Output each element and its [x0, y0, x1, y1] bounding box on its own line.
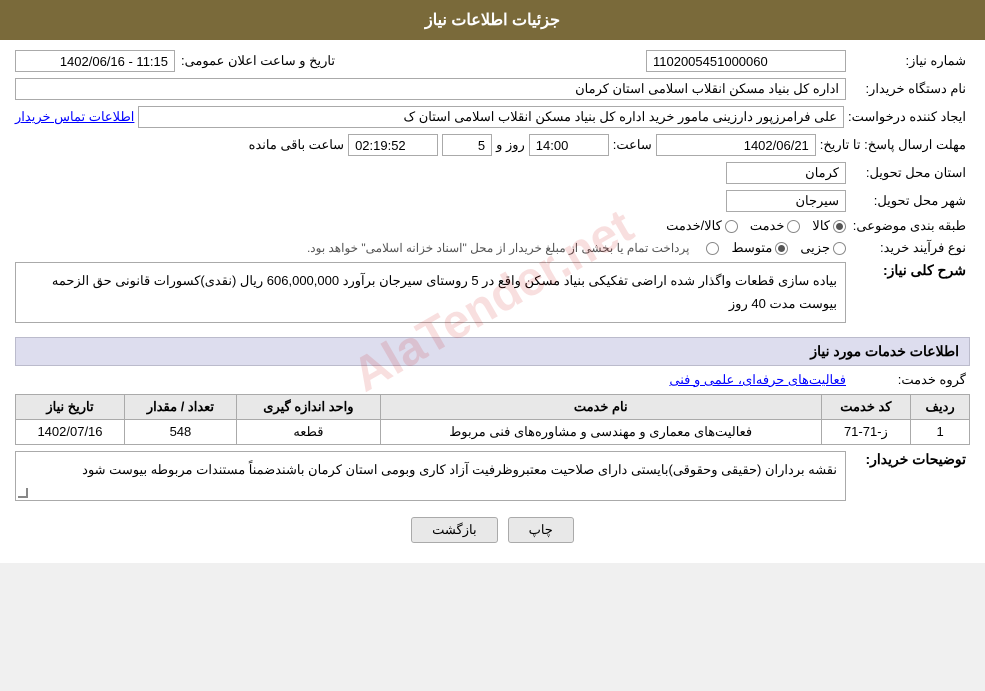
col-header-name: نام خدمت [380, 394, 821, 419]
row-creator: ایجاد کننده درخواست: علی فرامرزپور دارزی… [15, 106, 970, 128]
row-service-group: گروه خدمت: فعالیت‌های حرفه‌ای، علمی و فن… [15, 372, 970, 388]
services-table: ردیف کد خدمت نام خدمت واحد اندازه گیری ت… [15, 394, 970, 445]
row-buyer-org: نام دستگاه خریدار: اداره کل بنیاد مسکن ا… [15, 78, 970, 100]
process-radio-motavaset-label: متوسط [731, 240, 772, 256]
buyer-org-field: اداره کل بنیاد مسکن انقلاب اسلامی استان … [15, 78, 846, 100]
city-label: شهر محل تحویل: [850, 193, 970, 209]
page-header: جزئیات اطلاعات نیاز [0, 0, 985, 40]
row-province: استان محل تحویل: کرمان [15, 162, 970, 184]
col-header-qty: تعداد / مقدار [124, 394, 236, 419]
row-buyer-comments: توضیحات خریدار: نقشه برداران (حقیقی وحقو… [15, 451, 970, 507]
col-header-row: ردیف [911, 394, 970, 419]
creator-field: علی فرامرزپور دارزینی مامور خرید اداره ک… [138, 106, 844, 128]
cell-row: 1 [911, 419, 970, 444]
city-field: سیرجان [726, 190, 846, 212]
buttons-row: چاپ بازگشت [15, 517, 970, 543]
type-radio-kala-label: کالا [812, 218, 830, 234]
service-group-value[interactable]: فعالیت‌های حرفه‌ای، علمی و فنی [669, 372, 846, 388]
type-radio-kala-circle [833, 220, 846, 233]
print-button[interactable]: چاپ [508, 517, 574, 543]
resize-handle [18, 488, 28, 498]
table-row: 1ز-71-71فعالیت‌های معماری و مهندسی و مشا… [16, 419, 970, 444]
cell-unit: قطعه [236, 419, 380, 444]
type-radio-khedmat[interactable]: خدمت [750, 218, 801, 234]
announce-label: تاریخ و ساعت اعلان عمومی: [179, 53, 339, 69]
row-city: شهر محل تحویل: سیرجان [15, 190, 970, 212]
deadline-label: مهلت ارسال پاسخ: تا تاریخ: [820, 137, 970, 153]
process-radio-jozee-label: جزیی [800, 240, 830, 256]
deadline-days-label: روز و [496, 137, 525, 153]
col-header-code: کد خدمت [821, 394, 911, 419]
type-radio-kala-khedmat[interactable]: کالا/خدمت [666, 218, 738, 234]
process-radio-jozee-circle [833, 242, 846, 255]
need-number-label: شماره نیاز: [850, 53, 970, 69]
contact-link[interactable]: اطلاعات تماس خریدار [15, 109, 134, 125]
cell-qty: 548 [124, 419, 236, 444]
row-deadline: مهلت ارسال پاسخ: تا تاریخ: 1402/06/21 سا… [15, 134, 970, 156]
province-field: کرمان [726, 162, 846, 184]
deadline-time-field: 14:00 [529, 134, 609, 156]
process-radio-other[interactable] [703, 242, 719, 255]
row-type: طبقه بندی موضوعی: کالا خدمت کالا/خدمت [15, 218, 970, 234]
need-number-field: 1102005451000060 [646, 50, 846, 72]
page-title: جزئیات اطلاعات نیاز [425, 12, 560, 29]
type-radio-khedmat-circle [787, 220, 800, 233]
col-header-unit: واحد اندازه گیری [236, 394, 380, 419]
deadline-days-field: 5 [442, 134, 492, 156]
creator-label: ایجاد کننده درخواست: [848, 109, 970, 125]
type-radio-kala-khedmat-label: کالا/خدمت [666, 218, 722, 234]
buyer-org-label: نام دستگاه خریدار: [850, 81, 970, 97]
process-label: نوع فرآیند خرید: [850, 240, 970, 256]
service-group-label: گروه خدمت: [850, 372, 970, 388]
table-body: 1ز-71-71فعالیت‌های معماری و مهندسی و مشا… [16, 419, 970, 444]
row-process: نوع فرآیند خرید: جزیی متوسط پردا [15, 240, 970, 256]
type-label: طبقه بندی موضوعی: [850, 218, 970, 234]
process-note: پرداخت تمام یا بخشی از مبلغ خریدار از مح… [307, 241, 690, 255]
cell-code: ز-71-71 [821, 419, 911, 444]
type-radio-kala[interactable]: کالا [812, 218, 846, 234]
cell-date: 1402/07/16 [16, 419, 125, 444]
deadline-date-field: 1402/06/21 [656, 134, 816, 156]
type-radio-group: کالا خدمت کالا/خدمت [666, 218, 846, 234]
table-header: ردیف کد خدمت نام خدمت واحد اندازه گیری ت… [16, 394, 970, 419]
buyer-comments-label: توضیحات خریدار: [850, 451, 970, 468]
process-radio-motavaset-circle [775, 242, 788, 255]
form-content: شماره نیاز: 1102005451000060 تاریخ و ساع… [0, 40, 985, 563]
province-label: استان محل تحویل: [850, 165, 970, 181]
type-radio-kala-khedmat-circle [725, 220, 738, 233]
services-section-title: اطلاعات خدمات مورد نیاز [15, 337, 970, 366]
process-radio-group: جزیی متوسط [703, 240, 846, 256]
col-header-date: تاریخ نیاز [16, 394, 125, 419]
description-box: بیاده سازی قطعات واگذار شده اراضی تفکیکی… [15, 262, 846, 323]
description-label: شرح کلی نیاز: [850, 262, 970, 279]
back-button[interactable]: بازگشت [411, 517, 497, 543]
deadline-remaining-field: 02:19:52 [348, 134, 438, 156]
cell-name: فعالیت‌های معماری و مهندسی و مشاوره‌های … [380, 419, 821, 444]
row-description: شرح کلی نیاز: بیاده سازی قطعات واگذار شد… [15, 262, 970, 329]
deadline-remaining-label: ساعت باقی مانده [249, 137, 344, 153]
buyer-comments-box: نقشه برداران (حقیقی وحقوقی)بایستی دارای … [15, 451, 846, 501]
process-radio-jozee[interactable]: جزیی [800, 240, 846, 256]
process-radio-motavaset[interactable]: متوسط [731, 240, 788, 256]
deadline-time-label: ساعت: [613, 137, 652, 153]
announce-datetime-field: 1402/06/16 - 11:15 [15, 50, 175, 72]
type-radio-khedmat-label: خدمت [750, 218, 785, 234]
process-radio-other-circle [706, 242, 719, 255]
row-need-number: شماره نیاز: 1102005451000060 تاریخ و ساع… [15, 50, 970, 72]
